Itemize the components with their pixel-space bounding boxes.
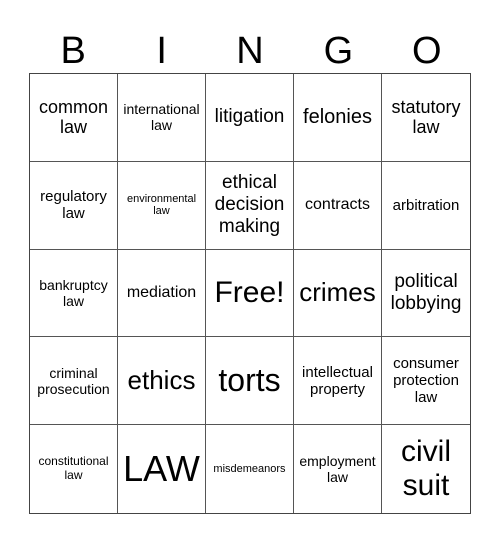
header-letter-b: B bbox=[60, 30, 86, 72]
bingo-cell[interactable]: international law bbox=[118, 74, 206, 162]
bingo-cell[interactable]: civil suit bbox=[382, 425, 470, 513]
header-letter-n: N bbox=[236, 30, 264, 72]
header-letter-o: O bbox=[412, 30, 442, 72]
bingo-cell[interactable]: regulatory law bbox=[30, 161, 118, 250]
bingo-cell[interactable]: ethical decision making bbox=[206, 161, 294, 250]
bingo-cell[interactable]: political lobbying bbox=[382, 250, 470, 338]
bingo-cell[interactable]: ethics bbox=[118, 337, 206, 426]
bingo-cell[interactable]: felonies bbox=[294, 74, 382, 162]
bingo-header: B I N G O bbox=[29, 30, 471, 72]
bingo-cell[interactable]: torts bbox=[206, 337, 294, 426]
bingo-cell[interactable]: employment law bbox=[294, 425, 382, 513]
bingo-cell[interactable]: litigation bbox=[206, 74, 294, 162]
bingo-cell[interactable]: common law bbox=[30, 74, 118, 162]
bingo-cell[interactable]: intellectual property bbox=[294, 337, 382, 426]
bingo-grid: common law international law litigation … bbox=[29, 73, 471, 514]
bingo-cell[interactable]: statutory law bbox=[382, 74, 470, 162]
bingo-cell[interactable]: mediation bbox=[118, 249, 206, 338]
bingo-cell[interactable]: arbitration bbox=[382, 162, 470, 250]
bingo-cell[interactable]: contracts bbox=[294, 161, 382, 250]
header-letter-i: I bbox=[156, 30, 167, 72]
bingo-cell[interactable]: criminal prosecution bbox=[30, 337, 118, 426]
header-letter-g: G bbox=[323, 30, 354, 72]
bingo-cell[interactable]: constitutional law bbox=[30, 425, 118, 513]
bingo-cell[interactable]: environmental law bbox=[118, 161, 206, 250]
bingo-cell[interactable]: bankruptcy law bbox=[30, 249, 118, 338]
bingo-cell[interactable]: misdemeanors bbox=[206, 425, 294, 513]
bingo-cell[interactable]: LAW bbox=[118, 425, 206, 513]
free-space[interactable]: Free! bbox=[206, 249, 294, 338]
bingo-cell[interactable]: consumer protection law bbox=[382, 337, 470, 426]
bingo-cell[interactable]: crimes bbox=[294, 249, 382, 338]
